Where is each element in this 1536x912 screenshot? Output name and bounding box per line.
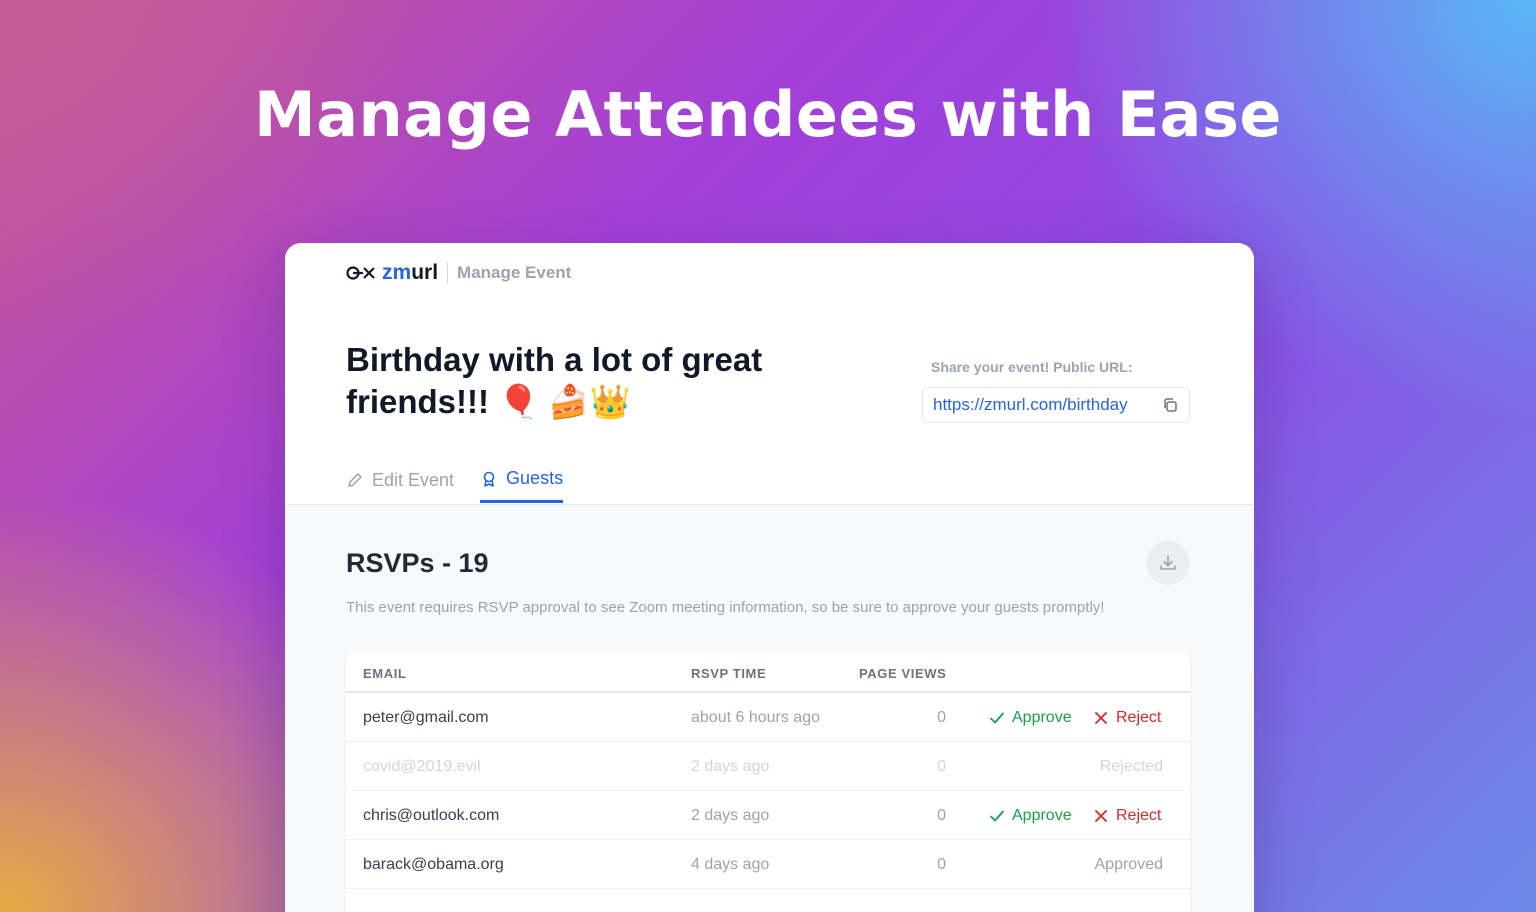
table-row: chris@outlook.com 2 days ago 0 Approve R… [346, 791, 1190, 840]
page-views: 0 [937, 807, 946, 824]
column-header-page-views: PAGE VIEWS [859, 666, 947, 681]
share-url-box[interactable]: https://zmurl.com/birthday [922, 387, 1190, 423]
reject-label: Reject [1116, 709, 1162, 726]
reject-button[interactable]: Reject [1093, 807, 1161, 825]
table-row: barack@obama.org 4 days ago 0 Approved [346, 840, 1190, 889]
guest-email: chris@outlook.com [363, 807, 500, 824]
table-row: covid@2019.evil 2 days ago 0 Rejected [346, 742, 1190, 791]
page-views: 0 [937, 758, 946, 775]
guest-email: peter@gmail.com [363, 709, 489, 726]
tab-guests[interactable]: Guests [480, 463, 564, 503]
headline: Manage Attendees with Ease [254, 78, 1282, 151]
rsvp-table: EMAIL RSVP TIME PAGE VIEWS peter@gmail.c… [346, 653, 1190, 912]
badge-icon [483, 471, 495, 487]
share-panel: Share your event! Public URL: https://zm… [922, 359, 1190, 423]
zmurl-logo-icon [346, 266, 375, 280]
pencil-icon [348, 473, 362, 487]
rsvp-time: about 6 hours ago [691, 709, 820, 726]
status-badge: Rejected [1099, 758, 1163, 775]
tab-edit-event[interactable]: Edit Event [346, 463, 454, 503]
guest-email: barack@obama.org [363, 856, 504, 873]
rsvp-time: 4 days ago [691, 856, 770, 873]
approve-button[interactable]: Approve [989, 709, 1072, 727]
close-icon [1095, 712, 1107, 724]
tabs: Edit Event Guests [346, 463, 589, 503]
tab-label: Guests [506, 468, 564, 488]
reject-label: Reject [1116, 807, 1162, 824]
column-header-rsvp-time: RSVP TIME [691, 666, 767, 681]
rsvp-time: 2 days ago [691, 758, 770, 775]
reject-button[interactable]: Reject [1093, 709, 1161, 727]
table-header: EMAIL RSVP TIME PAGE VIEWS [346, 653, 1190, 693]
share-label: Share your event! Public URL: [931, 359, 1133, 375]
close-icon [1095, 810, 1107, 822]
app-logo[interactable]: zmurl [382, 261, 438, 285]
rsvp-note: This event requires RSVP approval to see… [346, 599, 1105, 616]
status-badge: Approved [1094, 856, 1164, 873]
table-row: peter@gmail.com about 6 hours ago 0 Appr… [346, 693, 1190, 742]
page-views: 0 [937, 709, 946, 726]
logo-suffix: url [411, 261, 439, 284]
column-header-email: EMAIL [363, 666, 407, 681]
share-url-link[interactable]: https://zmurl.com/birthday [933, 395, 1128, 415]
check-icon [990, 712, 1004, 724]
rsvp-time: 2 days ago [691, 807, 770, 824]
guests-panel: RSVPs - 19 This event requires RSVP appr… [285, 505, 1254, 912]
approve-label: Approve [1012, 807, 1072, 824]
guest-email: covid@2019.evil [363, 758, 481, 775]
copy-icon[interactable] [1161, 396, 1179, 414]
tab-label: Edit Event [372, 469, 455, 490]
event-card: zmurl Manage Event Birthday with a lot o… [285, 243, 1254, 912]
approve-button[interactable]: Approve [989, 807, 1072, 825]
top-bar: zmurl Manage Event [346, 261, 571, 285]
download-button[interactable] [1146, 541, 1190, 585]
rsvp-title: RSVPs - 19 [346, 548, 489, 578]
approve-label: Approve [1012, 709, 1072, 726]
logo-prefix: zm [382, 261, 412, 284]
breadcrumb: Manage Event [457, 263, 572, 282]
breadcrumb-divider [447, 262, 449, 284]
download-icon [1160, 555, 1176, 570]
event-title: Birthday with a lot of great friends!!! … [346, 341, 763, 420]
check-icon [990, 810, 1004, 822]
page-views: 0 [937, 856, 946, 873]
